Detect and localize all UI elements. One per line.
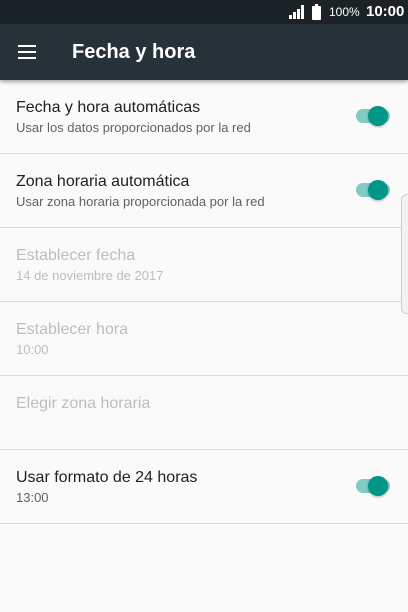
auto-date-time-toggle[interactable] [356,106,390,126]
auto-timezone-toggle[interactable] [356,180,390,200]
setting-choose-timezone: Elegir zona horaria [0,376,408,450]
setting-title: Establecer fecha [16,247,136,264]
setting-summary: Usar los datos proporcionados por la red [16,120,251,135]
menu-button[interactable] [14,38,42,66]
hamburger-menu-icon [18,45,36,59]
app-bar: Fecha y hora [0,24,408,80]
battery-percentage: 100% [329,5,360,19]
setting-title: Fecha y hora automáticas [16,99,201,116]
24-hour-format-toggle[interactable] [356,476,390,496]
settings-list: Fecha y hora automáticas Usar los datos … [0,80,408,524]
edge-panel-handle[interactable] [401,194,408,314]
setting-title: Zona horaria automática [16,173,190,190]
battery-icon [312,4,321,20]
setting-summary: Usar zona horaria proporcionada por la r… [16,194,265,209]
setting-summary: 13:00 [16,490,49,505]
setting-title: Establecer hora [16,321,129,338]
toggle-thumb [368,106,388,126]
setting-summary: 14 de noviembre de 2017 [16,268,164,283]
setting-title: Elegir zona horaria [16,395,151,412]
setting-auto-timezone[interactable]: Zona horaria automática Usar zona horari… [0,154,408,228]
status-clock: 10:00 [366,3,405,20]
setting-auto-date-time[interactable]: Fecha y hora automáticas Usar los datos … [0,80,408,154]
page-title: Fecha y hora [72,41,196,63]
setting-summary: 10:00 [16,342,49,357]
toggle-thumb [368,476,388,496]
status-bar: 100% 10:00 [0,0,408,24]
toggle-thumb [368,180,388,200]
setting-set-date: Establecer fecha 14 de noviembre de 2017 [0,228,408,302]
setting-set-time: Establecer hora 10:00 [0,302,408,376]
setting-24-hour-format[interactable]: Usar formato de 24 horas 13:00 [0,450,408,524]
signal-icon [289,5,304,19]
setting-title: Usar formato de 24 horas [16,469,198,486]
